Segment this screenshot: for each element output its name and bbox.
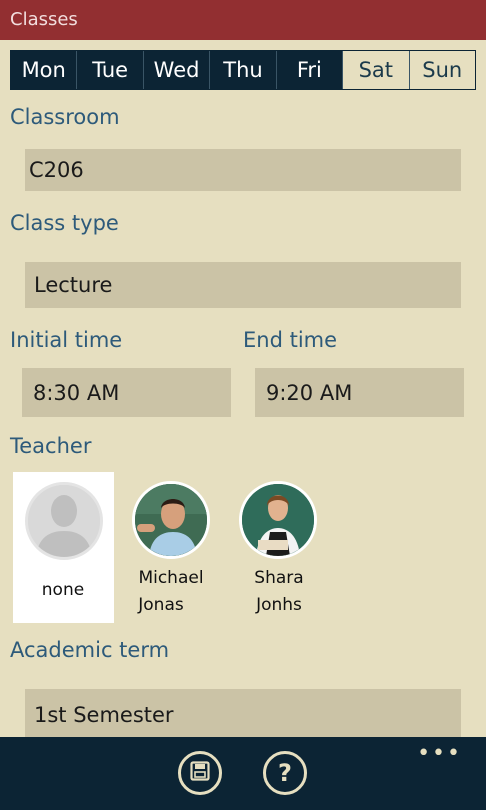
day-toggle-tue[interactable]: Tue [76,51,143,89]
teacher-avatar [239,481,317,559]
person-placeholder-icon [25,482,103,560]
day-toggle-sat[interactable]: Sat [342,51,409,89]
teacher-name: none [41,580,85,600]
day-toggle-mon[interactable]: Mon [11,51,77,89]
academic-term-label: Academic term [10,638,170,662]
save-button[interactable] [178,751,222,795]
end-time-label: End time [243,328,338,352]
day-toggle-sun[interactable]: Sun [408,51,475,89]
teacher-name-first: Shara [254,568,304,588]
teacher-name-last: Jonhs [256,595,302,615]
teacher-option-michael-jonas[interactable]: Michael Jonas [116,472,226,623]
teacher-label: Teacher [10,434,92,458]
teacher-option-shara-jonhs[interactable]: Shara Jonhs [224,472,334,623]
end-time-picker[interactable]: 9:20 AM [255,368,464,417]
more-options-button[interactable]: ••• [417,741,462,766]
day-toggle-thu[interactable]: Thu [209,51,276,89]
teacher-option-none[interactable]: none [13,472,114,623]
teacher-name-first: Michael [138,568,204,588]
class-type-select[interactable]: Lecture [25,262,461,308]
initial-time-label: Initial time [10,328,123,352]
initial-time-picker[interactable]: 8:30 AM [22,368,231,417]
day-toggle-fri[interactable]: Fri [275,51,343,89]
help-icon: ? [278,759,292,787]
save-icon [190,761,210,785]
classroom-input[interactable]: C206 [25,149,461,191]
help-button[interactable]: ? [263,751,307,795]
academic-term-select[interactable]: 1st Semester [25,689,461,741]
app-bar: ? ••• [0,737,486,810]
classroom-label: Classroom [10,105,120,129]
teacher-name-last: Jonas [138,595,184,615]
day-toggle-wed[interactable]: Wed [142,51,210,89]
teacher-avatar [132,481,210,559]
page-title: Classes [10,9,78,30]
title-bar: Classes [0,0,486,40]
class-type-label: Class type [10,211,119,235]
day-selector: Mon Tue Wed Thu Fri Sat Sun [10,50,476,90]
